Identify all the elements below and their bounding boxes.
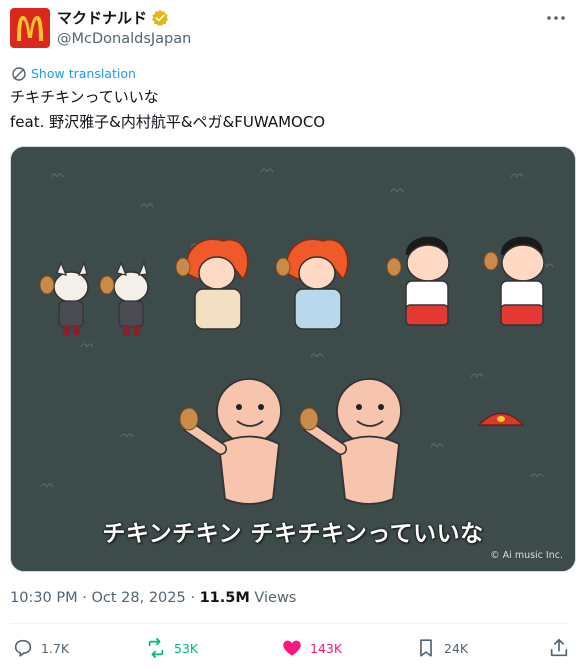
share-icon	[550, 638, 568, 657]
mcdonalds-logo-icon	[17, 16, 43, 41]
tweet-text-line-1: チキチキンっていいな	[10, 88, 159, 106]
heart-icon	[283, 640, 301, 656]
show-translation-link[interactable]: Show translation	[31, 66, 136, 82]
tweet-meta: 10:30 PM · Oct 28, 2025 · 11.5M Views	[10, 589, 296, 607]
bookmark-button[interactable]: 24K	[415, 637, 468, 659]
avatar[interactable]	[10, 8, 50, 48]
copyright-watermark: © Ai music Inc.	[490, 550, 563, 561]
repost-icon	[148, 637, 164, 659]
video-caption: チキンチキン チキチキンっていいな	[102, 521, 484, 547]
display-name[interactable]: マクドナルド	[57, 8, 147, 28]
repost-button[interactable]: 53K	[145, 637, 198, 659]
reply-icon	[14, 639, 32, 657]
like-button[interactable]: 143K	[281, 637, 342, 659]
divider	[10, 623, 569, 624]
tweet-media-video[interactable]: チキンチキン チキチキンっていいな © Ai music Inc.	[10, 146, 576, 572]
translate-icon[interactable]	[11, 66, 27, 82]
share-button[interactable]	[548, 637, 570, 659]
video-frame-illustration	[11, 147, 575, 571]
tweet-date[interactable]: Oct 28, 2025	[91, 590, 185, 606]
verified-badge-icon[interactable]	[151, 9, 169, 27]
tweet-text-line-2: feat. 野沢雅子&内村航平&ペガ&FUWAMOCO	[10, 113, 326, 131]
user-handle[interactable]: @McDonaldsJapan	[57, 30, 191, 48]
like-count: 143K	[310, 640, 343, 656]
views-label: Views	[254, 590, 297, 606]
meta-separator: ·	[190, 590, 195, 606]
reply-button[interactable]: 1.7K	[12, 637, 69, 659]
repost-count: 53K	[174, 640, 199, 656]
views-count: 11.5M	[199, 590, 250, 606]
meta-separator: ·	[82, 590, 87, 606]
bookmark-count: 24K	[444, 640, 469, 656]
reply-count: 1.7K	[41, 640, 70, 656]
tweet-time[interactable]: 10:30 PM	[10, 590, 78, 606]
more-options-icon[interactable]	[545, 10, 567, 26]
bookmark-icon	[420, 639, 432, 657]
